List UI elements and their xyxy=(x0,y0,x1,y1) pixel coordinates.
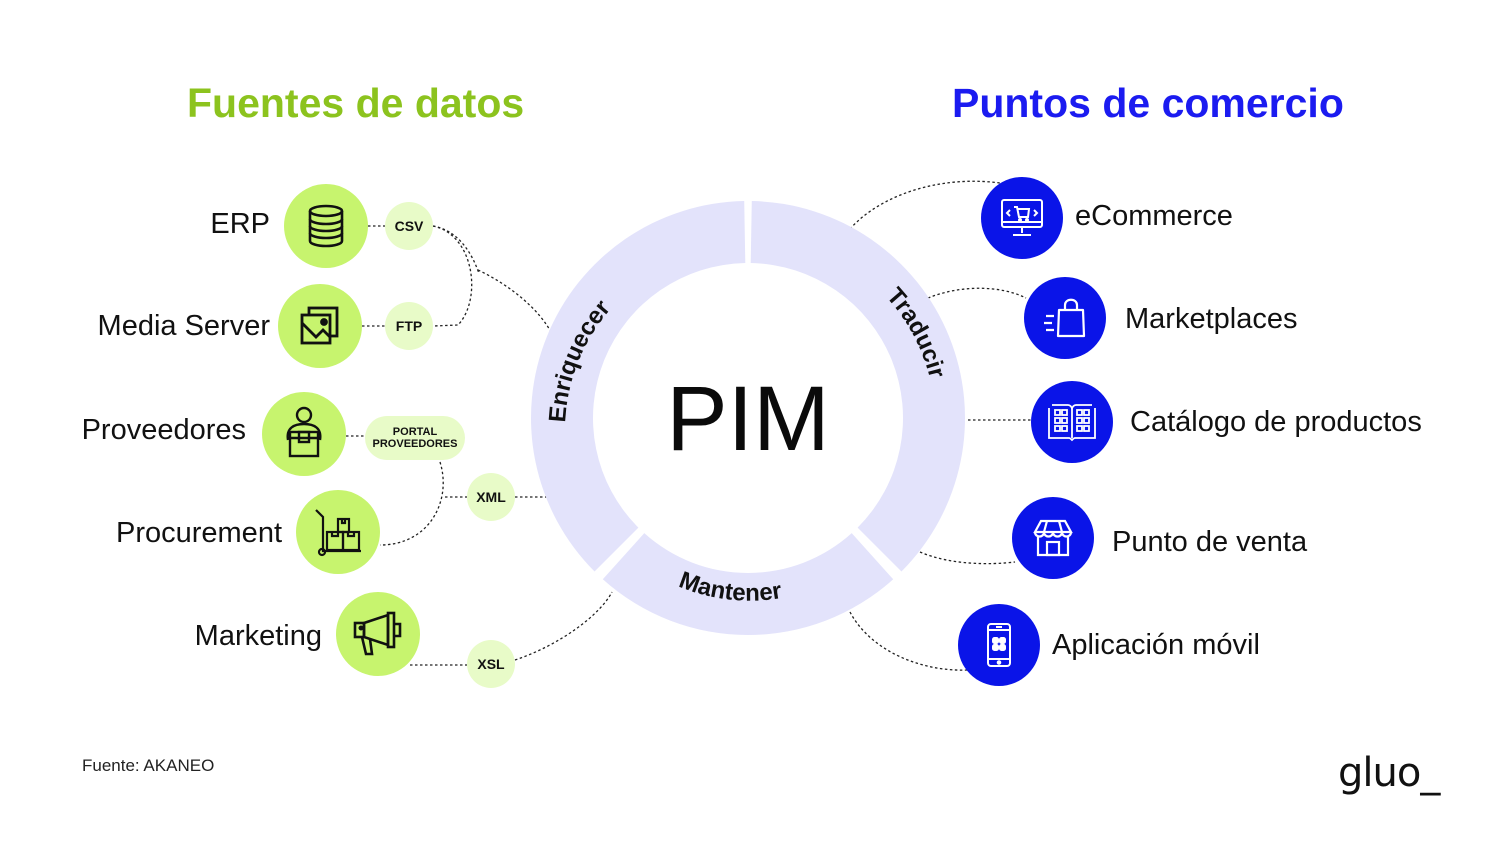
connector-merge-ring xyxy=(477,269,553,335)
format-xml: XML xyxy=(467,473,515,521)
source-marketing xyxy=(336,592,420,676)
megaphone-icon xyxy=(353,611,402,656)
connector-ring-ecommerce xyxy=(849,180,1001,230)
commerce-marketplaces xyxy=(1024,277,1106,359)
commerce-label-punto-de-venta: Punto de venta xyxy=(1112,526,1308,558)
source-label-proveedores: Proveedores xyxy=(81,414,246,446)
database-icon xyxy=(308,204,344,248)
commerce-label-aplicacion-movil: Aplicación móvil xyxy=(1052,629,1260,661)
format-csv: CSV xyxy=(385,202,433,250)
open-catalog-icon xyxy=(1048,404,1096,442)
pim-title: PIM xyxy=(666,368,830,470)
commerce-label-ecommerce: eCommerce xyxy=(1075,200,1233,232)
source-proveedores xyxy=(262,392,346,476)
source-label-media-server: Media Server xyxy=(97,310,270,342)
format-portal-line2: PROVEEDORES xyxy=(372,438,458,450)
monitor-cart-icon xyxy=(1001,199,1043,236)
connector-csv-curve xyxy=(432,225,473,327)
commerce-label-catalogo: Catálogo de productos xyxy=(1130,406,1422,438)
format-portal-proveedores: PORTAL PROVEEDORES xyxy=(365,416,465,460)
commerce-heading: Puntos de comercio xyxy=(952,80,1344,126)
connector-xsl-ring xyxy=(514,591,613,661)
commerce-aplicacion-movil xyxy=(958,604,1040,686)
source-label-erp: ERP xyxy=(210,208,270,240)
commerce-punto-de-venta xyxy=(1012,497,1094,579)
shopping-bag-icon xyxy=(1044,298,1086,338)
commerce-ecommerce xyxy=(981,177,1063,259)
smartphone-apps-icon xyxy=(987,623,1011,667)
connector-ring-movil xyxy=(849,611,969,671)
image-gallery-icon xyxy=(300,306,339,345)
storefront-icon xyxy=(1033,519,1073,557)
connector-portal-proc xyxy=(379,461,444,546)
format-xsl: XSL xyxy=(467,640,515,688)
source-media-server xyxy=(278,284,362,368)
hand-truck-boxes-icon xyxy=(315,509,361,557)
connector-csv-merge xyxy=(432,225,479,273)
commerce-catalogo xyxy=(1031,381,1113,463)
sources-heading: Fuentes de datos xyxy=(187,80,525,126)
gluo-logo: gluo_ xyxy=(1338,750,1440,796)
format-ftp: FTP xyxy=(385,302,433,350)
source-label-marketing: Marketing xyxy=(194,620,322,652)
source-erp xyxy=(284,184,368,268)
source-label-procurement: Procurement xyxy=(115,517,282,549)
source-procurement xyxy=(296,490,380,574)
connector-ring-marketplaces xyxy=(927,287,1027,299)
source-note: Fuente: AKANEO xyxy=(82,756,215,775)
connector-ring-pos xyxy=(919,551,1016,565)
person-with-box-icon xyxy=(286,406,322,458)
commerce-label-marketplaces: Marketplaces xyxy=(1125,303,1298,335)
format-portal-line1: PORTAL xyxy=(392,426,438,438)
